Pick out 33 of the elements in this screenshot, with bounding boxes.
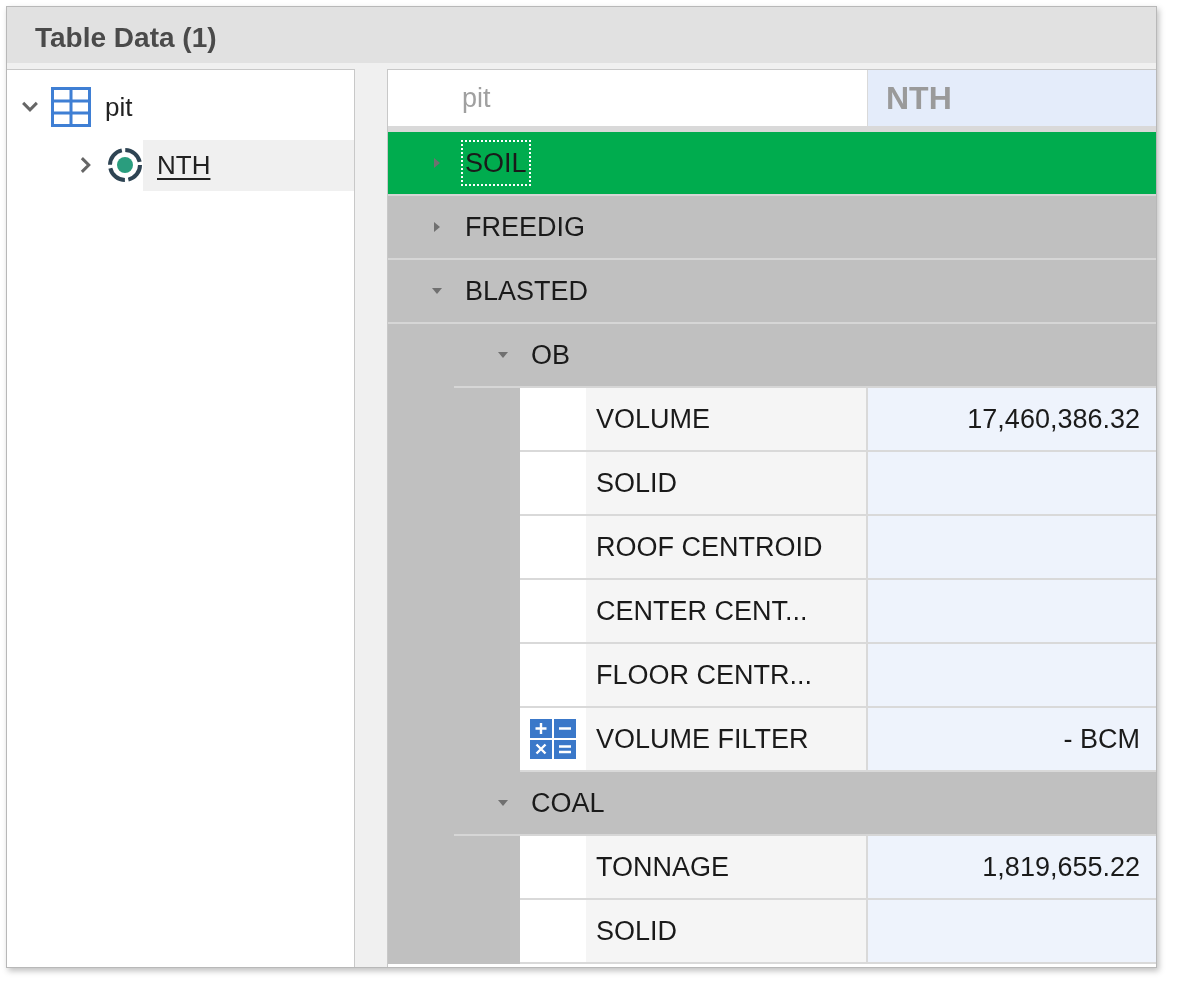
table-grid-icon <box>51 87 91 127</box>
tree-item[interactable]: pit <box>91 81 354 133</box>
group-row[interactable]: BLASTED <box>388 260 1156 324</box>
property-value: - BCM <box>868 708 1156 770</box>
calculator-icon <box>530 719 576 759</box>
property-value: 1,819,655.22 <box>868 836 1156 898</box>
group-label: COAL <box>530 786 606 820</box>
group-label: OB <box>530 338 571 372</box>
row-icon-cell <box>520 580 586 642</box>
group-row[interactable]: FREEDIG <box>388 196 1156 260</box>
property-name: SOLID <box>586 900 868 962</box>
target-circle-icon <box>107 147 143 183</box>
row-icon-cell <box>520 388 586 450</box>
row-icon-cell <box>520 644 586 706</box>
property-name: CENTER CENT... <box>586 580 868 642</box>
row-icon-cell <box>520 516 586 578</box>
group-label: SOIL <box>462 140 530 186</box>
property-name: VOLUME FILTER <box>586 708 868 770</box>
column-header: NTH <box>868 70 1156 126</box>
property-name: TONNAGE <box>586 836 868 898</box>
row-icon-cell <box>520 900 586 962</box>
property-name: VOLUME <box>586 388 868 450</box>
group-label: BLASTED <box>464 274 590 308</box>
group-label: FREEDIG <box>464 210 586 244</box>
property-name: FLOOR CENTR... <box>586 644 868 706</box>
property-name: ROOF CENTROID <box>586 516 868 578</box>
group-row[interactable]: SOIL <box>388 132 1156 196</box>
row-icon-cell <box>520 836 586 898</box>
property-name: SOLID <box>586 452 868 514</box>
tree-item[interactable]: NTH <box>143 139 354 191</box>
row-icon-cell <box>520 452 586 514</box>
property-value: 17,460,386.32 <box>868 388 1156 450</box>
panel-title: Table Data (1) <box>7 7 1156 63</box>
